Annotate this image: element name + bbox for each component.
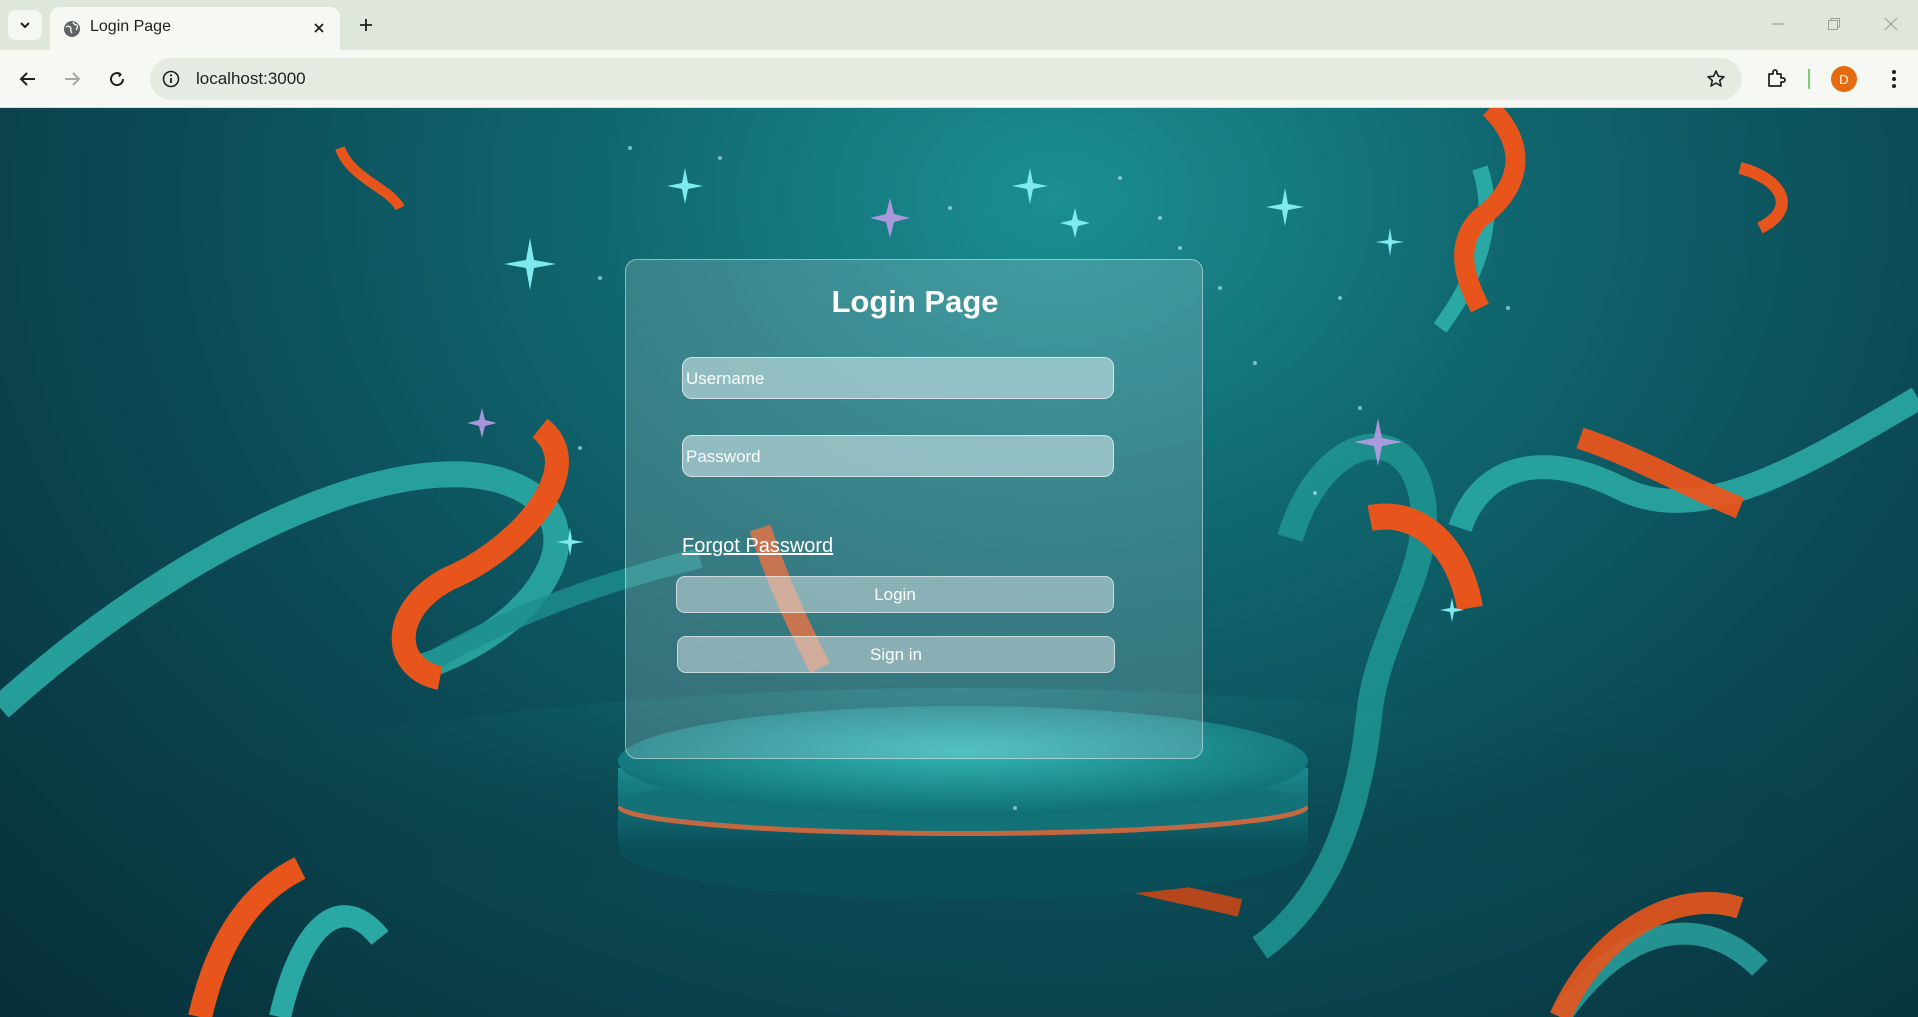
new-tab-button[interactable]: [351, 10, 381, 40]
active-tab[interactable]: Login Page: [50, 7, 340, 50]
page-title: Login Page: [831, 284, 999, 319]
minimize-icon: [1772, 23, 1784, 25]
password-input[interactable]: Password: [682, 435, 1114, 477]
tab-search-button[interactable]: [8, 10, 42, 40]
password-placeholder: Password: [686, 447, 761, 466]
back-button[interactable]: [12, 63, 44, 95]
url-text: localhost:3000: [196, 69, 306, 88]
username-input[interactable]: Username: [682, 357, 1114, 399]
login-card: Login Page Username Password Forgot Pass…: [625, 259, 1203, 759]
address-bar[interactable]: localhost:3000: [150, 58, 1742, 100]
forward-button[interactable]: [56, 63, 88, 95]
window-close-button[interactable]: [1871, 8, 1911, 40]
browser-toolbar: localhost:3000 D: [0, 50, 1918, 108]
toolbar-divider: [1808, 69, 1810, 89]
plus-icon: [360, 19, 372, 31]
restore-icon: [1828, 18, 1840, 30]
forward-icon: [65, 72, 81, 86]
page-viewport: Login Page Username Password Forgot Pass…: [0, 108, 1918, 1017]
profile-avatar[interactable]: D: [1831, 66, 1857, 92]
kebab-menu-icon: [1892, 70, 1896, 88]
info-icon: [162, 70, 180, 88]
chevron-down-icon: [20, 22, 30, 29]
tab-title: Login Page: [90, 18, 171, 35]
puzzle-icon: [1768, 69, 1786, 87]
star-icon: [1707, 70, 1725, 87]
reload-icon: [110, 72, 125, 87]
globe-icon: [64, 21, 80, 37]
back-icon: [19, 72, 35, 86]
reload-button[interactable]: [101, 63, 133, 95]
extensions-button[interactable]: [1760, 63, 1792, 95]
tab-close-button[interactable]: [308, 17, 330, 39]
site-info-button[interactable]: [160, 68, 182, 90]
forgot-password-link[interactable]: Forgot Password: [682, 535, 833, 558]
bookmark-button[interactable]: [1704, 67, 1728, 91]
tab-strip: Login Page: [0, 0, 1918, 50]
login-button[interactable]: Login: [676, 576, 1114, 613]
browser-menu-button[interactable]: [1878, 63, 1910, 95]
close-icon: [314, 23, 324, 33]
signin-button[interactable]: Sign in: [677, 636, 1115, 673]
minimize-button[interactable]: [1758, 8, 1798, 40]
window-close-icon: [1884, 17, 1898, 31]
restore-button[interactable]: [1814, 8, 1854, 40]
username-placeholder: Username: [686, 369, 765, 388]
